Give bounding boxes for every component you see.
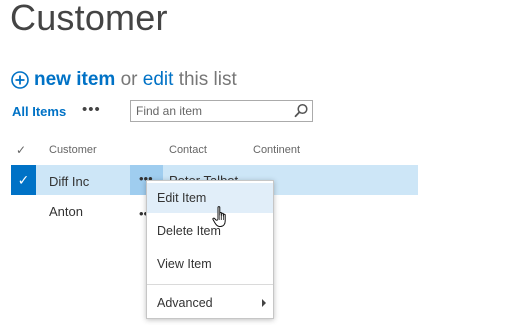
- column-header-continent[interactable]: Continent: [253, 144, 300, 156]
- cell-customer[interactable]: Anton: [49, 204, 83, 219]
- select-all-checkmark[interactable]: ✓: [16, 143, 26, 157]
- row-selected-checkmark[interactable]: ✓: [11, 165, 36, 195]
- page-title: Customer: [10, 0, 168, 38]
- hand-cursor-icon: [212, 205, 232, 229]
- menu-divider: [147, 284, 273, 285]
- more-views-ellipsis[interactable]: •••: [82, 101, 101, 119]
- search-box: [130, 100, 313, 122]
- search-input[interactable]: [131, 101, 296, 121]
- edit-link[interactable]: edit: [143, 69, 174, 91]
- command-bar: new item or edit this list: [11, 68, 237, 92]
- search-icon[interactable]: [294, 103, 309, 118]
- submenu-arrow-icon: [262, 299, 266, 307]
- menu-item-delete[interactable]: Delete Item: [147, 216, 273, 246]
- new-item-link[interactable]: new item: [34, 69, 115, 91]
- item-context-menu: Edit Item Delete Item View Item Advanced: [146, 180, 274, 319]
- cell-customer[interactable]: Diff Inc: [49, 174, 89, 189]
- menu-item-view[interactable]: View Item: [147, 249, 273, 279]
- menu-item-advanced[interactable]: Advanced: [147, 288, 273, 318]
- add-circle-icon[interactable]: [11, 71, 29, 89]
- menu-item-edit[interactable]: Edit Item: [147, 183, 273, 213]
- column-header-contact[interactable]: Contact: [169, 144, 207, 156]
- menu-item-advanced-label: Advanced: [157, 296, 213, 310]
- or-text: or: [120, 69, 138, 90]
- column-header-customer[interactable]: Customer: [49, 144, 97, 156]
- view-all-items[interactable]: All Items: [12, 104, 66, 119]
- this-list-text: this list: [178, 69, 237, 90]
